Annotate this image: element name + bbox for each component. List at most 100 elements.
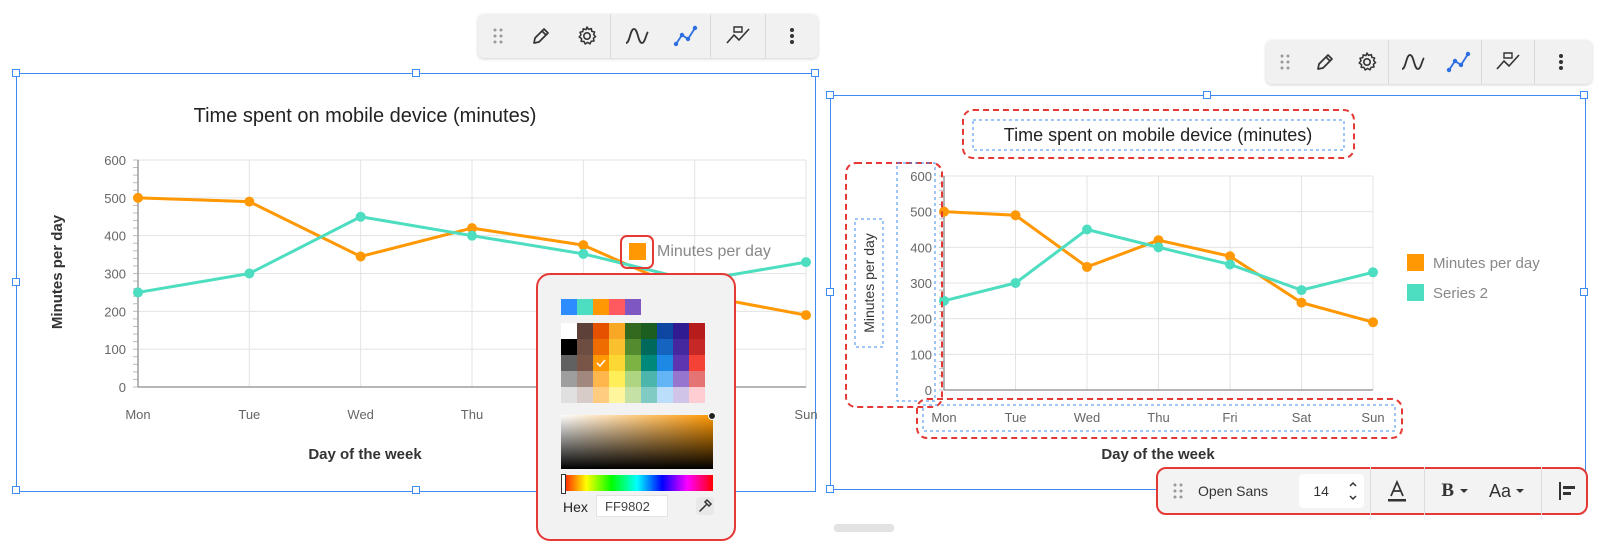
palette-swatch[interactable] [625, 323, 641, 339]
palette-swatch[interactable] [561, 323, 577, 339]
palette-swatch[interactable] [673, 355, 689, 371]
palette-swatch[interactable] [593, 371, 609, 387]
font-size-stepper[interactable]: 14 [1299, 474, 1364, 508]
pencil-icon[interactable] [1304, 40, 1346, 84]
recent-color-swatch[interactable] [577, 299, 593, 315]
data-point-icon[interactable] [1482, 40, 1534, 84]
palette-swatch[interactable] [625, 355, 641, 371]
resize-handle[interactable] [1580, 91, 1588, 99]
align-left-button[interactable] [1548, 471, 1586, 511]
palette-swatch[interactable] [673, 339, 689, 355]
palette-swatch[interactable] [593, 339, 609, 355]
more-vertical-icon[interactable] [766, 14, 818, 58]
data-point-icon[interactable] [711, 14, 765, 58]
resize-handle[interactable] [12, 69, 20, 77]
palette-swatch[interactable] [593, 355, 609, 371]
resize-handle[interactable] [826, 485, 834, 493]
palette-swatch[interactable] [657, 339, 673, 355]
palette-swatch[interactable] [657, 323, 673, 339]
palette-swatch[interactable] [673, 387, 689, 403]
palette-swatch[interactable] [561, 387, 577, 403]
line-chart-icon[interactable] [662, 14, 710, 58]
recent-color-swatch[interactable] [609, 299, 625, 315]
caret-down-icon [1516, 489, 1525, 493]
palette-swatch[interactable] [577, 355, 593, 371]
palette-swatch[interactable] [689, 339, 705, 355]
palette-swatch[interactable] [577, 371, 593, 387]
palette-swatch[interactable] [609, 339, 625, 355]
palette-swatch[interactable] [577, 387, 593, 403]
palette-swatch[interactable] [609, 387, 625, 403]
palette-swatch[interactable] [673, 323, 689, 339]
bold-label: B [1441, 480, 1455, 501]
palette-swatch[interactable] [657, 355, 673, 371]
pencil-icon[interactable] [518, 14, 564, 58]
palette-swatch[interactable] [657, 371, 673, 387]
scroll-indicator[interactable] [834, 524, 894, 532]
palette-swatch[interactable] [609, 371, 625, 387]
saturation-value-picker[interactable] [561, 412, 716, 469]
more-vertical-icon[interactable] [1535, 40, 1587, 84]
hex-input[interactable]: FF9802 [596, 495, 668, 517]
palette-swatch[interactable] [641, 371, 657, 387]
align-left-icon [1559, 482, 1575, 500]
palette-swatch[interactable] [625, 371, 641, 387]
text-color-button[interactable] [1376, 471, 1418, 511]
color-picker-popup: Hex FF9802 [536, 273, 736, 541]
recent-color-swatch[interactable] [625, 299, 641, 315]
palette-swatch[interactable] [561, 339, 577, 355]
text-case-button[interactable]: Aa [1479, 471, 1535, 511]
palette-swatch[interactable] [689, 387, 705, 403]
palette-swatch[interactable] [657, 387, 673, 403]
palette-swatch[interactable] [561, 355, 577, 371]
eyedropper-icon[interactable] [696, 497, 714, 515]
palette-swatch[interactable] [641, 339, 657, 355]
stepper-arrows-icon[interactable] [1348, 478, 1358, 504]
chart-selection-frame-right[interactable] [830, 95, 1586, 490]
resize-handle[interactable] [1580, 288, 1588, 296]
hue-slider-thumb[interactable] [561, 474, 566, 494]
palette-swatch[interactable] [641, 387, 657, 403]
palette-swatch[interactable] [609, 355, 625, 371]
palette-swatch[interactable] [577, 339, 593, 355]
palette-swatch[interactable] [689, 371, 705, 387]
resize-handle[interactable] [12, 278, 20, 286]
drag-handle-icon[interactable] [1266, 40, 1304, 84]
bold-button[interactable]: B [1431, 471, 1479, 511]
gear-icon[interactable] [1346, 40, 1388, 84]
font-size-value: 14 [1313, 483, 1329, 499]
smooth-curve-icon[interactable] [611, 14, 663, 58]
check-icon [596, 359, 606, 368]
resize-handle[interactable] [1203, 91, 1211, 99]
resize-handle[interactable] [412, 486, 420, 494]
drag-handle-icon[interactable] [1158, 471, 1194, 511]
palette-swatch[interactable] [609, 323, 625, 339]
color-palette [561, 323, 705, 403]
palette-swatch[interactable] [577, 323, 593, 339]
palette-swatch[interactable] [673, 371, 689, 387]
recent-color-swatch[interactable] [561, 299, 577, 315]
recent-color-swatch[interactable] [593, 299, 609, 315]
font-family-select[interactable]: Open Sans [1194, 483, 1299, 499]
palette-swatch[interactable] [593, 387, 609, 403]
resize-handle[interactable] [12, 486, 20, 494]
palette-swatch[interactable] [561, 371, 577, 387]
palette-swatch[interactable] [625, 387, 641, 403]
chart-toolbar-right [1266, 40, 1592, 84]
palette-swatch[interactable] [689, 323, 705, 339]
palette-swatch[interactable] [641, 323, 657, 339]
resize-handle[interactable] [811, 69, 819, 77]
resize-handle[interactable] [826, 91, 834, 99]
resize-handle[interactable] [412, 69, 420, 77]
resize-handle[interactable] [826, 288, 834, 296]
palette-swatch[interactable] [625, 339, 641, 355]
palette-swatch[interactable] [641, 355, 657, 371]
palette-swatch[interactable] [593, 323, 609, 339]
palette-swatch[interactable] [689, 355, 705, 371]
line-chart-icon[interactable] [1437, 40, 1481, 84]
drag-handle-icon[interactable] [478, 14, 518, 58]
gear-icon[interactable] [564, 14, 610, 58]
hue-slider[interactable] [561, 474, 713, 494]
smooth-curve-icon[interactable] [1389, 40, 1437, 84]
sv-cursor[interactable] [708, 412, 716, 420]
